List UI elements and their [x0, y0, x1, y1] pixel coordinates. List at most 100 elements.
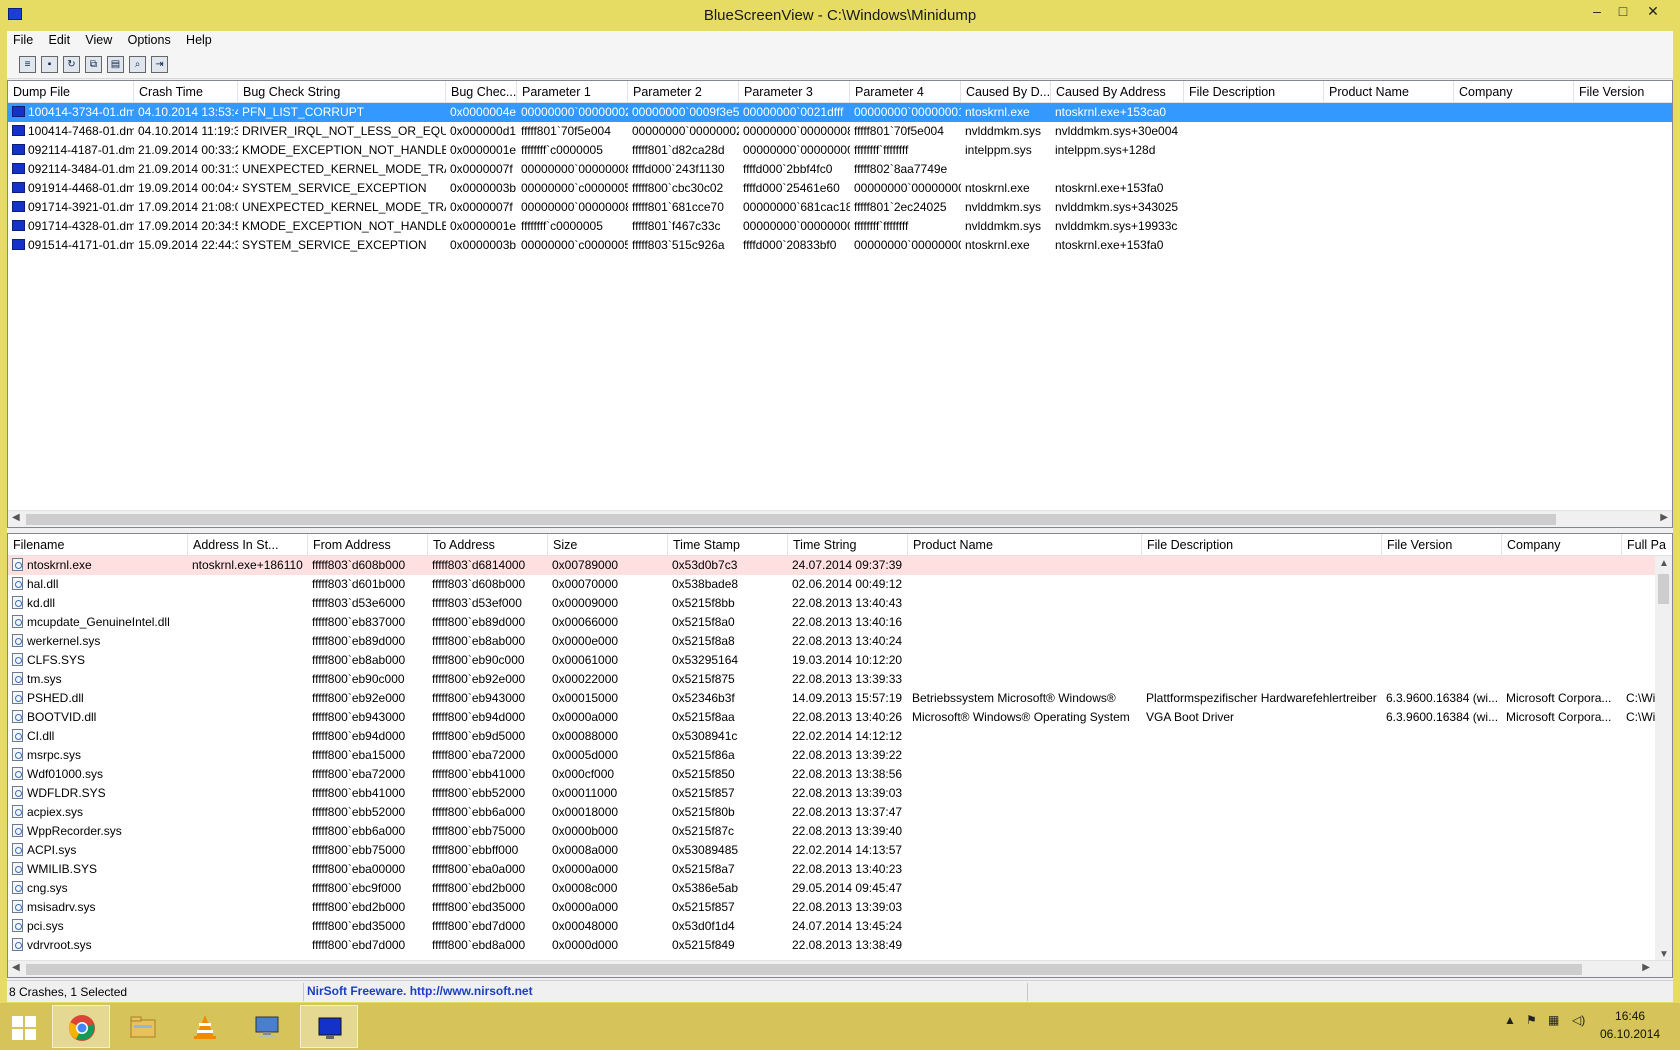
title-bar[interactable]: BlueScreenView - C:\Windows\Minidump – □…: [0, 0, 1680, 31]
scroll-right-icon[interactable]: ▶: [1642, 962, 1650, 973]
column-header[interactable]: Full Pa: [1622, 534, 1672, 556]
column-header[interactable]: Bug Check String: [238, 81, 446, 103]
scrollbar-thumb[interactable]: [1658, 574, 1669, 604]
table-row[interactable]: 092114-3484-01.dmp 21.09.2014 00:31:33 UNE…: [8, 160, 1672, 179]
table-row[interactable]: CLFS.SYS fffff800`eb8ab000 fffff800`eb90c0…: [8, 651, 1672, 670]
column-header[interactable]: Company: [1454, 81, 1574, 103]
driver-list-vscrollbar[interactable]: ▲ ▼: [1655, 556, 1672, 962]
scrollbar-thumb[interactable]: [26, 964, 1582, 975]
table-row[interactable]: mcupdate_GenuineIntel.dll fffff800`eb8370…: [8, 613, 1672, 632]
table-row[interactable]: WppRecorder.sys fffff800`ebb6a000 fffff800…: [8, 822, 1672, 841]
table-row[interactable]: BOOTVID.dll fffff800`eb943000 fffff800`eb9…: [8, 708, 1672, 727]
column-header[interactable]: Parameter 1: [517, 81, 628, 103]
table-cell: [1502, 613, 1622, 632]
exit-icon[interactable]: ⇥: [151, 56, 168, 73]
menu-view[interactable]: View: [79, 31, 118, 49]
scrollbar-thumb[interactable]: [26, 514, 1556, 525]
menu-file[interactable]: File: [7, 31, 39, 49]
maximize-button[interactable]: □: [1606, 0, 1640, 22]
save-icon[interactable]: ▪: [41, 56, 58, 73]
column-header[interactable]: Time String: [788, 534, 908, 556]
nirsoft-link[interactable]: NirSoft Freeware. http://www.nirsoft.net: [307, 984, 533, 998]
table-row[interactable]: 091914-4468-01.dmp 19.09.2014 00:04:44 SYS…: [8, 179, 1672, 198]
table-cell: 22.08.2013 13:39:22: [788, 746, 908, 765]
column-header[interactable]: Size: [548, 534, 668, 556]
chrome-icon[interactable]: [52, 1005, 110, 1048]
network-icon[interactable]: ▦: [1548, 1013, 1559, 1027]
table-row[interactable]: ACPI.sys fffff800`ebb75000 fffff800`ebbff0…: [8, 841, 1672, 860]
column-header[interactable]: Address In St...: [188, 534, 308, 556]
html-report-icon[interactable]: ▤: [107, 56, 124, 73]
properties-icon[interactable]: ≡: [19, 56, 36, 73]
table-row[interactable]: msrpc.sys fffff800`eba15000 fffff800`eba72…: [8, 746, 1672, 765]
table-row[interactable]: ntoskrnl.exe ntoskrnl.exe+186110 fffff803`…: [8, 556, 1672, 575]
taskbar-clock[interactable]: 16:46 06.10.2014: [1600, 1007, 1660, 1043]
start-icon[interactable]: [12, 1016, 36, 1040]
cell-text: 0x000000d1: [450, 124, 517, 138]
column-header[interactable]: Filename: [8, 534, 188, 556]
table-row[interactable]: 091714-4328-01.dmp 17.09.2014 20:34:54 KMO…: [8, 217, 1672, 236]
show-hidden-icons-icon[interactable]: ▲: [1504, 1013, 1516, 1027]
column-header[interactable]: Bug Chec...: [446, 81, 517, 103]
scroll-left-icon[interactable]: ◀: [12, 512, 20, 523]
table-cell: 22.08.2013 13:40:26: [788, 708, 908, 727]
scroll-up-icon[interactable]: ▲: [1659, 558, 1669, 569]
menu-help[interactable]: Help: [180, 31, 218, 49]
table-row[interactable]: 091714-3921-01.dmp 17.09.2014 21:08:07 UNE…: [8, 198, 1672, 217]
table-row[interactable]: 100414-3734-01.dmp 04.10.2014 13:53:44 PFN…: [8, 103, 1672, 122]
table-row[interactable]: msisadrv.sys fffff800`ebd2b000 fffff800`eb…: [8, 898, 1672, 917]
column-header[interactable]: Dump File: [8, 81, 134, 103]
crash-list[interactable]: Dump File Crash Time Bug Check String Bug C…: [7, 80, 1673, 528]
column-header[interactable]: From Address: [308, 534, 428, 556]
scroll-down-icon[interactable]: ▼: [1659, 949, 1669, 960]
table-row[interactable]: 100414-7468-01.dmp 04.10.2014 11:19:38 DRI…: [8, 122, 1672, 141]
bluescreenview-icon[interactable]: [300, 1005, 358, 1048]
table-row[interactable]: cng.sys fffff800`ebc9f000 fffff800`ebd2b00…: [8, 879, 1672, 898]
driver-list[interactable]: Filename Address In St... From Address To A…: [7, 533, 1673, 978]
scroll-right-icon[interactable]: ▶: [1660, 512, 1668, 523]
column-header[interactable]: File Description: [1184, 81, 1324, 103]
volume-icon[interactable]: ◁): [1572, 1013, 1585, 1027]
column-header[interactable]: Company: [1502, 534, 1622, 556]
table-row[interactable]: pci.sys fffff800`ebd35000 fffff800`ebd7d00…: [8, 917, 1672, 936]
column-header[interactable]: Parameter 2: [628, 81, 739, 103]
menu-options[interactable]: Options: [122, 31, 177, 49]
column-header[interactable]: To Address: [428, 534, 548, 556]
table-row[interactable]: PSHED.dll fffff800`eb92e000 fffff800`eb943…: [8, 689, 1672, 708]
table-row[interactable]: werkernel.sys fffff800`eb89d000 fffff800`e…: [8, 632, 1672, 651]
network-computer-icon[interactable]: [238, 1005, 296, 1048]
table-row[interactable]: 091514-4171-01.dmp 15.09.2014 22:44:39 SYS…: [8, 236, 1672, 255]
table-row[interactable]: tm.sys fffff800`eb90c000 fffff800`eb92e000…: [8, 670, 1672, 689]
column-header[interactable]: Parameter 4: [850, 81, 961, 103]
column-header[interactable]: Product Name: [1324, 81, 1454, 103]
driver-list-hscrollbar[interactable]: ◀ ▶: [8, 960, 1672, 977]
menu-edit[interactable]: Edit: [43, 31, 77, 49]
table-row[interactable]: kd.dll fffff803`d53e6000 fffff803`d53ef000…: [8, 594, 1672, 613]
column-header[interactable]: File Version: [1382, 534, 1502, 556]
action-center-flag-icon[interactable]: ⚑: [1526, 1013, 1537, 1027]
column-header[interactable]: Parameter 3: [739, 81, 850, 103]
column-header[interactable]: Time Stamp: [668, 534, 788, 556]
column-header[interactable]: Caused By Address: [1051, 81, 1184, 103]
table-row[interactable]: vdrvroot.sys fffff800`ebd7d000 fffff800`eb…: [8, 936, 1672, 955]
table-row[interactable]: WDFLDR.SYS fffff800`ebb41000 fffff800`ebb5…: [8, 784, 1672, 803]
table-row[interactable]: 092114-4187-01.dmp 21.09.2014 00:33:20 KMO…: [8, 141, 1672, 160]
refresh-icon[interactable]: ↻: [63, 56, 80, 73]
table-row[interactable]: hal.dll fffff803`d601b000 fffff803`d608b00…: [8, 575, 1672, 594]
crash-list-hscrollbar[interactable]: ◀ ▶: [8, 510, 1672, 527]
table-row[interactable]: Wdf01000.sys fffff800`eba72000 fffff800`eb…: [8, 765, 1672, 784]
column-header[interactable]: Crash Time: [134, 81, 238, 103]
find-icon[interactable]: ⌕: [129, 56, 146, 73]
vlc-icon[interactable]: [176, 1005, 234, 1048]
file-explorer-icon[interactable]: [114, 1005, 172, 1048]
table-row[interactable]: acpiex.sys fffff800`ebb52000 fffff800`ebb6…: [8, 803, 1672, 822]
copy-icon[interactable]: ⧉: [85, 56, 102, 73]
close-button[interactable]: ✕: [1636, 0, 1670, 22]
column-header[interactable]: Product Name: [908, 534, 1142, 556]
column-header[interactable]: File Version: [1574, 81, 1672, 103]
column-header[interactable]: File Description: [1142, 534, 1382, 556]
column-header[interactable]: Caused By D...: [961, 81, 1051, 103]
table-row[interactable]: WMILIB.SYS fffff800`eba00000 fffff800`eba0…: [8, 860, 1672, 879]
table-row[interactable]: CI.dll fffff800`eb94d000 fffff800`eb9d5000…: [8, 727, 1672, 746]
scroll-left-icon[interactable]: ◀: [12, 962, 20, 973]
